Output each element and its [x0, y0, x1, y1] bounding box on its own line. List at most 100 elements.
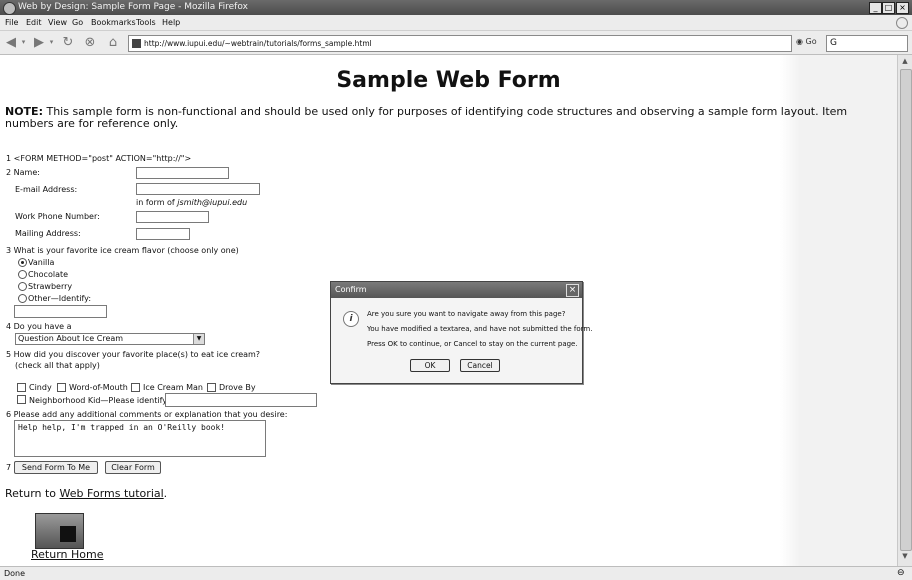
home-icon[interactable]: ⌂	[105, 35, 121, 50]
site-favicon-icon	[132, 39, 141, 48]
comments-label: 6 Please add any additional comments or …	[6, 410, 288, 419]
throbber-icon	[896, 17, 908, 29]
menu-edit[interactable]: Edit	[26, 15, 42, 30]
go-icon: ◉	[796, 37, 803, 46]
email-input[interactable]	[136, 183, 260, 195]
home-image[interactable]	[35, 513, 84, 549]
scroll-down-icon[interactable]: ▼	[900, 552, 910, 562]
house-icon	[60, 526, 76, 542]
radio-other-label: Other—Identify:	[28, 294, 92, 303]
comments-textarea[interactable]: Help help, I'm trapped in an O'Reilly bo…	[14, 420, 266, 457]
check-word-of-mouth[interactable]	[57, 383, 66, 392]
address-text: http://www.iupui.edu/~webtrain/tutorials…	[144, 39, 372, 48]
dialog-message-line-3: Press OK to continue, or Cancel to stay …	[367, 340, 578, 348]
check-word-of-mouth-label: Word-of-Mouth	[69, 383, 128, 392]
neighborhood-input[interactable]	[165, 393, 317, 407]
return-home-link[interactable]: Return Home	[31, 548, 103, 561]
phone-input[interactable]	[136, 211, 209, 223]
search-box[interactable]: G	[826, 35, 908, 52]
close-window-button[interactable]: ×	[896, 2, 909, 14]
web-forms-tutorial-link[interactable]: Web Forms tutorial	[60, 487, 164, 500]
dialog-message-line-1: Are you sure you want to navigate away f…	[367, 310, 566, 318]
radio-other[interactable]	[18, 294, 27, 303]
scroll-thumb[interactable]	[900, 69, 912, 551]
security-icon: ⊖	[897, 568, 905, 578]
menu-tools[interactable]: Tools	[136, 15, 156, 30]
search-engine-icon: G	[830, 38, 837, 48]
maximize-button[interactable]: □	[882, 2, 895, 14]
discover-hint: (check all that apply)	[15, 361, 100, 370]
note-paragraph: NOTE: This sample form is non-functional…	[5, 106, 880, 130]
phone-label: Work Phone Number:	[15, 212, 100, 221]
page-title: Sample Web Form	[336, 68, 561, 93]
status-text: Done	[4, 569, 26, 578]
radio-vanilla[interactable]	[18, 258, 27, 267]
dialog-close-icon[interactable]: ×	[566, 284, 579, 297]
address-bar[interactable]: http://www.iupui.edu/~webtrain/tutorials…	[128, 35, 792, 52]
return-prefix: Return to	[5, 487, 60, 500]
minimize-button[interactable]: _	[869, 2, 882, 14]
check-neighborhood-kid-label: Neighborhood Kid—Please identify:	[29, 396, 170, 405]
flavor-question: 3 What is your favorite ice cream flavor…	[6, 246, 239, 255]
item-7-label: 7	[6, 463, 12, 472]
discover-question: 5 How did you discover your favorite pla…	[6, 350, 261, 359]
email-hint-example: jsmith@iupui.edu	[177, 198, 248, 207]
send-form-button[interactable]: Send Form To Me	[14, 461, 98, 474]
forward-icon[interactable]: ▶	[31, 35, 47, 50]
menu-bar: File Edit View Go Bookmarks Tools Help	[0, 15, 912, 31]
select-value: Question About Ice Cream	[18, 334, 124, 343]
have-label: 4 Do you have a	[6, 322, 72, 331]
radio-chocolate[interactable]	[18, 270, 27, 279]
firefox-icon	[3, 2, 16, 15]
name-label: 2 Name:	[6, 168, 40, 177]
go-button[interactable]: ◉ Go	[796, 37, 817, 46]
menu-help[interactable]: Help	[162, 15, 180, 30]
check-ice-cream-man-label: Ice Cream Man	[143, 383, 203, 392]
check-drove-by-label: Drove By	[219, 383, 256, 392]
stop-icon[interactable]: ⊗	[82, 35, 98, 50]
mailing-label: Mailing Address:	[15, 229, 81, 238]
status-bar: Done ⊖	[0, 566, 912, 580]
vertical-scrollbar[interactable]: ▲ ▼	[897, 55, 912, 566]
dialog-titlebar: Confirm	[331, 282, 582, 298]
confirm-dialog: Confirm × i Are you sure you want to nav…	[330, 281, 592, 384]
cancel-button[interactable]: Cancel	[460, 359, 500, 372]
menu-go[interactable]: Go	[72, 15, 83, 30]
mailing-input[interactable]	[136, 228, 190, 240]
check-drove-by[interactable]	[207, 383, 216, 392]
go-label: Go	[805, 37, 817, 46]
email-hint-prefix: in form of	[136, 198, 178, 207]
reload-icon[interactable]: ↻	[60, 35, 76, 50]
radio-strawberry-label: Strawberry	[28, 282, 73, 291]
check-cindy[interactable]	[17, 383, 26, 392]
menu-bookmarks[interactable]: Bookmarks	[91, 15, 136, 30]
clear-form-button[interactable]: Clear Form	[105, 461, 161, 474]
other-flavor-input[interactable]	[14, 305, 107, 318]
info-icon: i	[343, 311, 359, 327]
window-titlebar: Web by Design: Sample Form Page - Mozill…	[0, 0, 912, 15]
ok-button[interactable]: OK	[410, 359, 450, 372]
window-title: Web by Design: Sample Form Page - Mozill…	[18, 2, 248, 12]
scroll-up-icon[interactable]: ▲	[900, 57, 910, 67]
check-cindy-label: Cindy	[29, 383, 52, 392]
chevron-down-icon[interactable]: ▼	[193, 334, 204, 344]
radio-chocolate-label: Chocolate	[28, 270, 69, 279]
dialog-message-line-2: You have modified a textarea, and have n…	[367, 325, 593, 333]
form-tag-text: 1 <FORM METHOD="post" ACTION="http://">	[6, 154, 192, 163]
note-text: This sample form is non-functional and s…	[5, 105, 848, 130]
menu-file[interactable]: File	[5, 15, 18, 30]
name-input[interactable]	[136, 167, 229, 179]
navigation-toolbar: ◀ ▾ ▶ ▾ ↻ ⊗ ⌂ http://www.iupui.edu/~webt…	[0, 31, 912, 55]
check-ice-cream-man[interactable]	[131, 383, 140, 392]
radio-strawberry[interactable]	[18, 282, 27, 291]
menu-view[interactable]: View	[48, 15, 67, 30]
dialog-title: Confirm	[335, 285, 367, 294]
forward-dropdown-icon[interactable]: ▾	[48, 35, 55, 50]
email-label: E-mail Address:	[15, 185, 78, 194]
check-neighborhood-kid[interactable]	[17, 395, 26, 404]
question-select[interactable]: Question About Ice Cream ▼	[15, 333, 205, 345]
back-icon[interactable]: ◀	[3, 35, 19, 50]
back-dropdown-icon[interactable]: ▾	[20, 35, 27, 50]
return-suffix: .	[163, 487, 168, 500]
return-line: Return to Web Forms tutorial.	[5, 487, 167, 500]
